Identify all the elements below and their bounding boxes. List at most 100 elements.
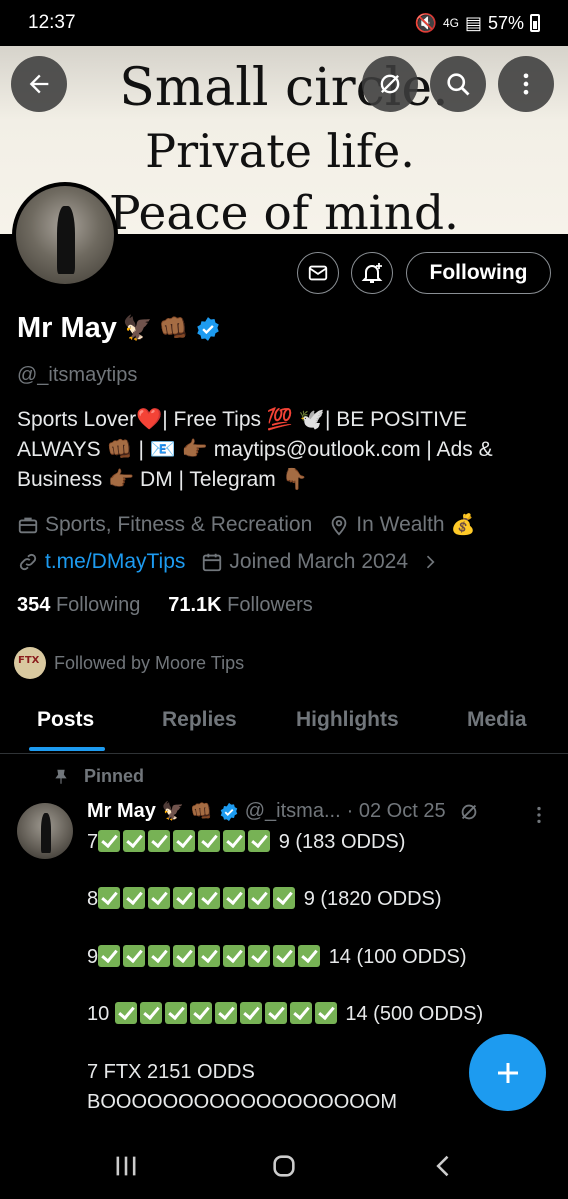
link-icon <box>19 553 37 571</box>
profile-meta-category: Sports, Fitness & Recreation In Wealth 💰 <box>17 512 476 537</box>
check-mark-emoji <box>98 830 121 852</box>
more-options-button[interactable] <box>498 56 554 112</box>
tab-posts[interactable]: Posts <box>37 708 94 732</box>
recent-apps-icon[interactable] <box>112 1152 140 1180</box>
profile-link[interactable]: t.me/DMayTips <box>45 550 185 574</box>
profile-name-row: Mr May 🦅 👊🏾 <box>17 312 221 345</box>
check-mark-emoji <box>164 1002 187 1024</box>
following-stat-label: Following <box>55 594 141 616</box>
profile-tabs: Posts Replies Highlights Media <box>0 690 568 754</box>
check-mark-emoji <box>223 887 246 909</box>
profile-bio: Sports Lover❤️| Free Tips 💯 🕊️| BE POSIT… <box>17 405 547 495</box>
followed-by-row[interactable]: Followed by Moore Tips <box>14 647 244 679</box>
post-date: · 02 Oct 25 <box>346 800 446 822</box>
post-line-prefix: 7 <box>87 831 99 853</box>
check-mark-emoji <box>173 887 196 909</box>
back-nav-icon[interactable] <box>430 1152 458 1180</box>
pinned-label: Pinned <box>84 766 145 786</box>
check-mark-emoji <box>248 830 271 852</box>
check-mark-emoji <box>198 830 221 852</box>
envelope-icon <box>308 265 328 281</box>
followed-by-text: Followed by Moore Tips <box>54 652 245 673</box>
status-time: 12:37 <box>28 12 76 33</box>
more-vertical-icon <box>523 73 529 95</box>
check-mark-emoji <box>273 945 296 967</box>
status-bar: 12:37 🔇 4G ▤ 57% <box>0 0 568 46</box>
post-text-line-3: 9 14 (100 ODDS) <box>87 945 467 969</box>
profile-location: In Wealth <box>356 512 445 536</box>
check-mark-emoji <box>223 830 246 852</box>
mute-icon: 🔇 <box>414 12 437 33</box>
post-header: Mr May 🦅 👊🏾 @_itsma... · 02 Oct 25 <box>87 800 480 823</box>
check-mark-emoji <box>223 945 246 967</box>
post-text-line-4: 10 14 (500 ODDS) <box>87 1002 483 1026</box>
profile-category: Sports, Fitness & Recreation <box>45 512 313 536</box>
status-icons: 🔇 4G ▤ 57% <box>415 13 540 34</box>
check-mark-emoji <box>273 887 296 909</box>
network-label: 4G <box>442 16 459 30</box>
check-mark-emoji <box>98 945 121 967</box>
post-line-suffix: 9 (1820 ODDS) <box>303 888 442 910</box>
battery-label: 57% <box>487 12 524 33</box>
following-button[interactable]: Following <box>406 252 551 294</box>
check-mark-emoji <box>198 945 221 967</box>
pinned-label-row: Pinned <box>52 766 144 787</box>
location-pin-icon <box>331 515 347 535</box>
briefcase-icon <box>18 517 38 533</box>
check-emoji-group <box>98 830 273 853</box>
grok-icon[interactable] <box>458 801 480 823</box>
post-more-icon[interactable] <box>528 804 550 826</box>
post-line-suffix: 14 (500 ODDS) <box>345 1003 484 1025</box>
grok-button[interactable] <box>362 56 418 112</box>
check-mark-emoji <box>189 1002 212 1024</box>
check-mark-emoji <box>314 1002 337 1024</box>
check-mark-emoji <box>298 945 321 967</box>
following-stat[interactable]: 354 Following <box>17 594 140 616</box>
signal-icon: ▤ <box>464 12 482 33</box>
profile-handle: @_itsmaytips <box>17 364 138 386</box>
check-mark-emoji <box>114 1002 137 1024</box>
followers-stat[interactable]: 71.1K Followers <box>168 594 313 616</box>
check-emoji-group <box>98 887 298 910</box>
post-author-avatar[interactable] <box>17 803 73 859</box>
post-line-prefix: 9 <box>87 946 99 968</box>
compose-post-button[interactable] <box>469 1034 546 1111</box>
tab-highlights[interactable]: Highlights <box>296 708 399 732</box>
tab-media[interactable]: Media <box>467 708 527 732</box>
check-mark-emoji <box>148 830 171 852</box>
post-author-name[interactable]: Mr May <box>87 800 156 823</box>
profile-name: Mr May <box>17 312 117 344</box>
chevron-right-icon[interactable] <box>420 552 440 572</box>
check-mark-emoji <box>264 1002 287 1024</box>
pin-icon <box>55 769 67 784</box>
banner-text-line2: Private life. <box>145 124 415 178</box>
check-mark-emoji <box>173 945 196 967</box>
calendar-icon <box>203 553 222 572</box>
back-button[interactable] <box>11 56 67 112</box>
profile-meta-link: t.me/DMayTips Joined March 2024 <box>17 550 440 574</box>
battery-icon <box>530 14 540 32</box>
search-icon <box>447 73 470 96</box>
tab-replies[interactable]: Replies <box>162 708 237 732</box>
profile-avatar[interactable] <box>12 182 118 288</box>
check-mark-emoji <box>98 887 121 909</box>
eagle-emoji: 🦅 <box>161 801 185 821</box>
bell-plus-icon <box>361 263 383 283</box>
profile-joined: Joined March 2024 <box>229 550 409 573</box>
followers-count: 71.1K <box>168 594 222 616</box>
message-button[interactable] <box>297 252 339 294</box>
fist-emoji: 👊🏾 <box>158 315 189 342</box>
fist-emoji: 👊🏾 <box>190 801 213 821</box>
check-emoji-group <box>114 1002 340 1025</box>
home-icon[interactable] <box>270 1152 298 1180</box>
search-button[interactable] <box>430 56 486 112</box>
profile-stats: 354 Following 71.1K Followers <box>17 594 313 617</box>
post-line-prefix: 10 <box>87 1003 110 1025</box>
check-mark-emoji <box>248 887 271 909</box>
post-text-line-1: 7 9 (183 ODDS) <box>87 830 405 854</box>
check-mark-emoji <box>123 945 146 967</box>
check-mark-emoji <box>173 830 196 852</box>
notifications-button[interactable] <box>351 252 393 294</box>
eagle-emoji: 🦅 <box>122 315 153 342</box>
check-mark-emoji <box>248 945 271 967</box>
